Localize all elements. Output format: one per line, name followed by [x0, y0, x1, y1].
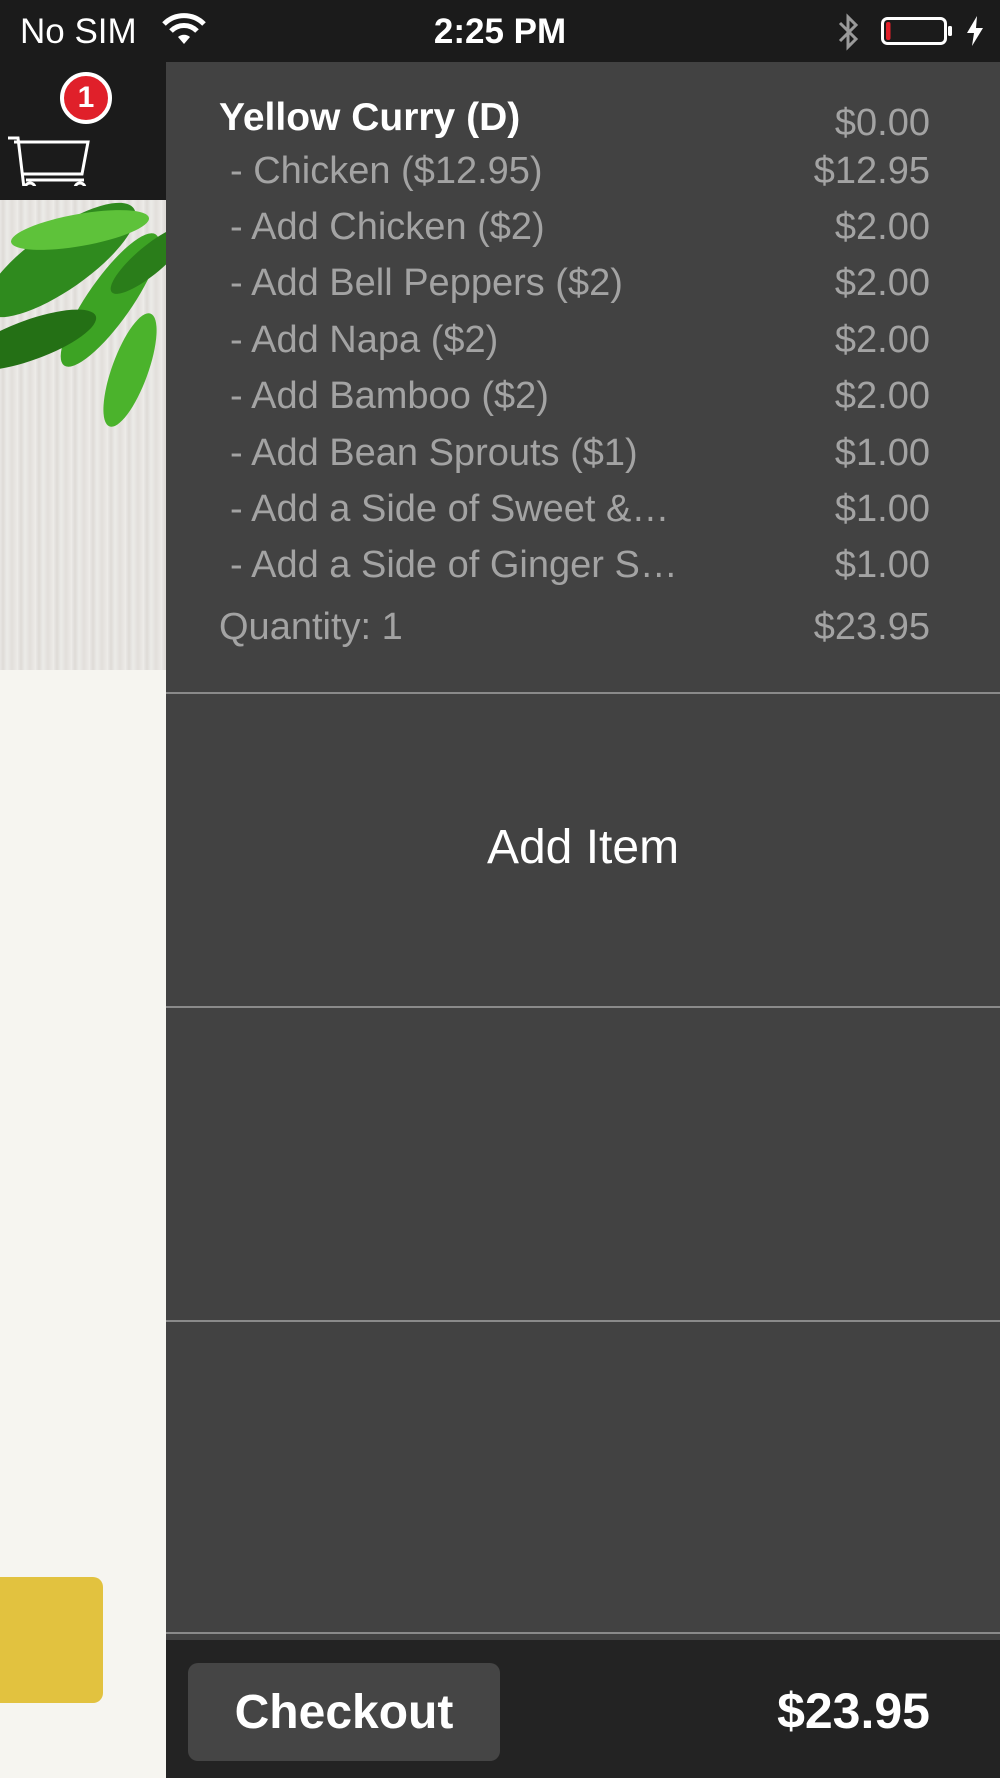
cart-line-item[interactable]: Yellow Curry (D) $0.00 - Chicken ($12.95… [166, 62, 1000, 694]
menu-action-button[interactable] [0, 1577, 103, 1703]
option-row: - Add a Side of Sweet &… $1.00 [166, 488, 1000, 538]
empty-cell [166, 1008, 1000, 1322]
option-label: - Add a Side of Sweet &… [230, 488, 670, 530]
empty-cell [166, 1322, 1000, 1634]
item-title-row: Yellow Curry (D) $0.00 [166, 96, 1000, 146]
option-price: $2.00 [834, 319, 930, 361]
add-item-cell[interactable]: Add Item [166, 694, 1000, 1008]
order-total: $23.95 [777, 1683, 930, 1739]
option-label: - Add Bamboo ($2) [230, 375, 549, 417]
battery-icon [881, 17, 952, 45]
option-price: $1.00 [834, 432, 930, 474]
option-price: $2.00 [834, 206, 930, 248]
item-name: Yellow Curry (D) [219, 96, 521, 139]
option-row: - Add Bean Sprouts ($1) $1.00 [166, 432, 1000, 482]
quantity-row: Quantity: 1 $23.95 [166, 606, 1000, 656]
cart-count-badge: 1 [60, 72, 112, 124]
food-image [0, 200, 166, 670]
option-row: - Add a Side of Ginger S… $1.00 [166, 544, 1000, 594]
line-total: $23.95 [813, 606, 930, 648]
greens-illustration [0, 202, 166, 427]
option-price: $1.00 [834, 488, 930, 530]
option-row: - Add Bamboo ($2) $2.00 [166, 375, 1000, 425]
bluetooth-icon [838, 13, 859, 51]
option-price: $1.00 [834, 544, 930, 586]
option-label: - Add Chicken ($2) [230, 206, 545, 248]
option-row: - Chicken ($12.95) $12.95 [166, 150, 1000, 200]
item-base-price: $0.00 [834, 102, 930, 144]
option-row: - Add Chicken ($2) $2.00 [166, 206, 1000, 256]
option-price: $2.00 [834, 262, 930, 304]
checkout-bar: Checkout $23.95 [166, 1640, 1000, 1778]
option-price: $12.95 [813, 150, 930, 192]
option-price: $2.00 [834, 375, 930, 417]
option-label: - Add Bean Sprouts ($1) [230, 432, 638, 474]
option-label: - Add Bell Peppers ($2) [230, 262, 623, 304]
status-bar: No SIM 2:25 PM [0, 0, 1000, 62]
option-label: - Chicken ($12.95) [230, 150, 543, 192]
charging-icon [967, 16, 983, 46]
option-row: - Add Napa ($2) $2.00 [166, 319, 1000, 369]
app-header: 1 [0, 62, 166, 200]
option-row: - Add Bell Peppers ($2) $2.00 [166, 262, 1000, 312]
quantity-label: Quantity: 1 [219, 606, 403, 648]
checkout-button[interactable]: Checkout [188, 1663, 500, 1761]
add-item-button[interactable]: Add Item [166, 820, 1000, 875]
option-label: - Add Napa ($2) [230, 319, 499, 361]
cart-panel: Yellow Curry (D) $0.00 - Chicken ($12.95… [166, 62, 1000, 1778]
option-label: - Add a Side of Ginger S… [230, 544, 678, 586]
